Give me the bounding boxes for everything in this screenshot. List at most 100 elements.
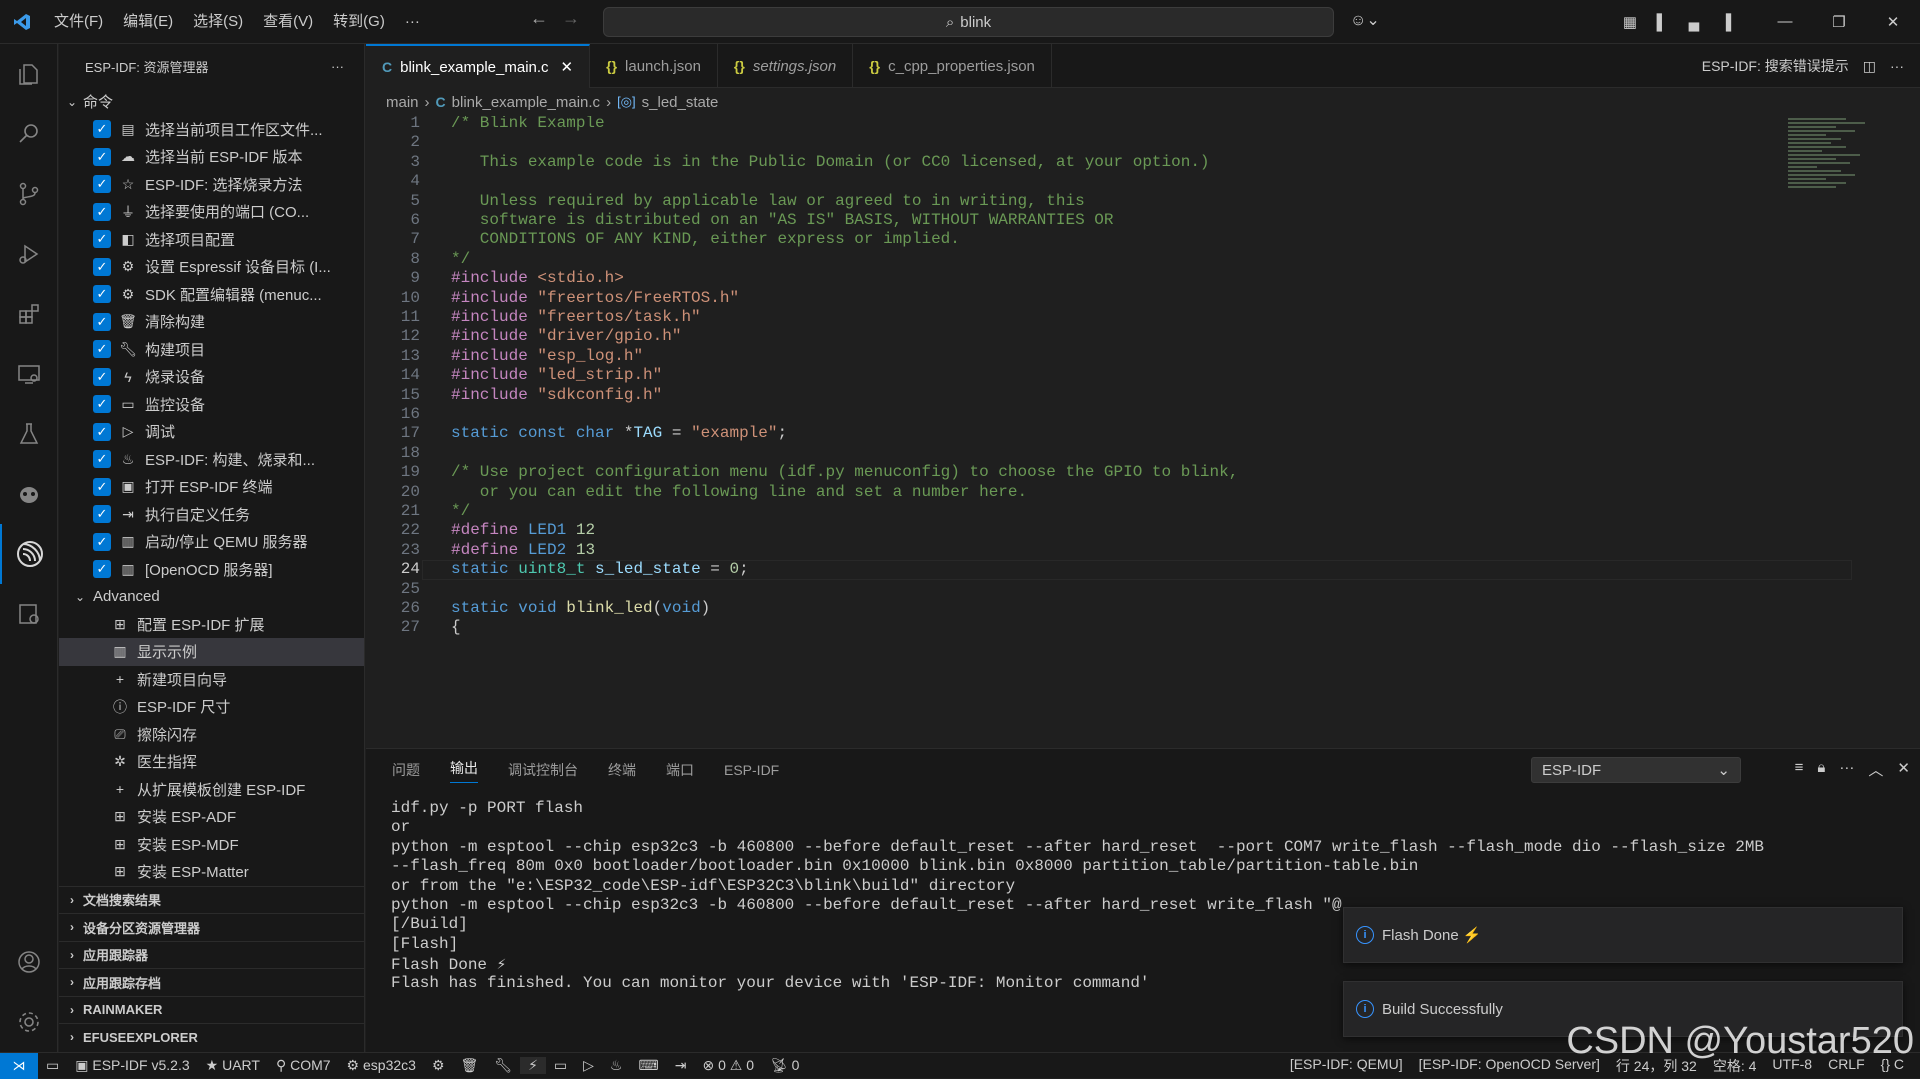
code-line[interactable]: This example code is in the Public Domai… (451, 153, 1210, 171)
command-item[interactable]: ✓ ☆ ESP-IDF: 选择烧录方法 (59, 171, 364, 199)
folder-icon[interactable]: ▭ (38, 1057, 67, 1074)
advanced-item[interactable]: ⎚ 擦除闪存 (59, 721, 364, 749)
checkbox-checked-icon[interactable]: ✓ (93, 560, 111, 579)
breadcrumb-file[interactable]: blink_example_main.c (452, 94, 600, 111)
clear-output-icon[interactable]: ≡ (1795, 759, 1804, 780)
back-arrow-icon[interactable]: ← (530, 8, 548, 29)
forward-arrow-icon[interactable]: → (562, 8, 580, 29)
code-line[interactable]: #define LED2 13 (451, 541, 595, 559)
panel-tab[interactable]: 输出 (450, 758, 478, 783)
editor-tab[interactable]: {} settings.json (718, 44, 854, 88)
wrench-icon[interactable]: 🔧︎ (486, 1057, 520, 1074)
terminal-icon[interactable]: ⌨ (630, 1057, 666, 1074)
checkbox-checked-icon[interactable]: ✓ (93, 175, 111, 194)
flash-icon[interactable]: ⚡︎ (520, 1057, 546, 1074)
command-item[interactable]: ✓ ⚙ 设置 Espressif 设备目标 (I... (59, 253, 364, 281)
checkbox-checked-icon[interactable]: ✓ (93, 367, 111, 386)
panel-tab[interactable]: 端口 (666, 760, 694, 780)
code-line[interactable]: */ (451, 502, 470, 520)
command-item[interactable]: ✓ ϟ 烧录设备 (59, 363, 364, 391)
lock-scroll-icon[interactable]: 🔒︎ (1817, 759, 1825, 780)
problems-item[interactable]: ⊗ 0 ⚠ 0 (694, 1057, 762, 1074)
more-actions-icon[interactable]: ··· (1890, 58, 1904, 74)
collapsed-section[interactable]: › 应用跟踪器 (59, 940, 364, 969)
checkbox-checked-icon[interactable]: ✓ (93, 202, 111, 221)
menu-item[interactable]: 选择(S) (183, 0, 253, 44)
command-item[interactable]: ✓ ☁ 选择当前 ESP-IDF 版本 (59, 143, 364, 171)
explorer-icon[interactable] (0, 44, 58, 104)
target-item[interactable]: ⚙ esp32c3 (339, 1057, 424, 1074)
code-line[interactable]: #include "sdkconfig.h" (451, 386, 662, 404)
advanced-item[interactable]: + 从扩展模板创建 ESP-IDF (59, 776, 364, 804)
debug-icon[interactable]: ▷ (575, 1057, 602, 1074)
esp-idf-search-error-hint[interactable]: ESP-IDF: 搜索错误提示 (1702, 56, 1849, 76)
restore-icon[interactable]: ❐ (1812, 13, 1866, 31)
command-item[interactable]: ✓ ▷ 调试 (59, 418, 364, 446)
source-control-icon[interactable] (0, 164, 58, 224)
run-task-icon[interactable]: ⇥ (667, 1057, 695, 1074)
checkbox-checked-icon[interactable]: ✓ (93, 147, 111, 166)
notification-flash-done[interactable]: i Flash Done ⚡ (1343, 907, 1903, 963)
command-item[interactable]: ✓ ⏚ 选择要使用的端口 (CO... (59, 198, 364, 226)
menu-item[interactable]: 查看(V) (253, 0, 323, 44)
editor-tab[interactable]: Cblink_example_main.c ✕ (366, 44, 591, 88)
advanced-group-header[interactable]: ⌄ Advanced (59, 583, 364, 611)
remote-explorer-icon[interactable] (0, 344, 58, 404)
code-line[interactable]: #include "led_strip.h" (451, 366, 662, 384)
testing-icon[interactable] (0, 404, 58, 464)
alien-icon[interactable] (0, 464, 58, 524)
close-panel-icon[interactable]: ✕ (1897, 759, 1910, 780)
collapsed-section[interactable]: › 文档搜索结果 (59, 885, 364, 914)
command-item[interactable]: ✓ ▤ 选择当前项目工作区文件... (59, 116, 364, 144)
port-item[interactable]: ⚲ COM7 (268, 1057, 339, 1074)
checkbox-checked-icon[interactable]: ✓ (93, 230, 111, 249)
collapsed-section[interactable]: › 应用跟踪存档 (59, 968, 364, 996)
menu-item[interactable]: 编辑(E) (113, 0, 183, 44)
collapsed-section[interactable]: › RAINMAKER (59, 995, 364, 1024)
command-item[interactable]: ✓ 🔧︎ 构建项目 (59, 336, 364, 364)
code-editor[interactable]: 1 /* Blink Example 2 3 This example code is… (366, 116, 1920, 744)
command-item[interactable]: ✓ ♨ ESP-IDF: 构建、烧录和... (59, 446, 364, 474)
advanced-item[interactable]: ⊞ 配置 ESP-IDF 扩展 (59, 611, 364, 639)
command-item[interactable]: ✓ ⚙ SDK 配置编辑器 (menuc... (59, 281, 364, 309)
split-editor-icon[interactable]: ◫ (1863, 58, 1876, 75)
advanced-item[interactable]: ▥ 显示示例 (59, 638, 364, 666)
qemu-item[interactable]: [ESP-IDF: QEMU] (1282, 1056, 1411, 1076)
code-line[interactable]: /* Blink Example (451, 116, 605, 132)
flash-method-item[interactable]: ★ UART (198, 1057, 268, 1074)
editor-tab[interactable]: {} c_cpp_properties.json (853, 44, 1052, 88)
extensions-icon[interactable] (0, 284, 58, 344)
code-line[interactable]: #include <stdio.h> (451, 269, 624, 287)
toggle-secondary-sidebar-icon[interactable]: ▐ (1710, 14, 1742, 31)
minimize-icon[interactable]: — (1758, 13, 1812, 31)
more-actions-icon[interactable]: ··· (331, 59, 344, 74)
toggle-panel-icon[interactable]: ▄ (1678, 14, 1710, 31)
advanced-item[interactable]: ✲ 医生指挥 (59, 748, 364, 776)
toggle-primary-sidebar-icon[interactable]: ▌ (1646, 14, 1678, 31)
maximize-panel-icon[interactable]: ︿ (1868, 759, 1883, 780)
checkbox-checked-icon[interactable]: ✓ (93, 312, 111, 331)
checkbox-checked-icon[interactable]: ✓ (93, 505, 111, 524)
checkbox-checked-icon[interactable]: ✓ (93, 285, 111, 304)
checkbox-checked-icon[interactable]: ✓ (93, 340, 111, 359)
checkbox-checked-icon[interactable]: ✓ (93, 422, 111, 441)
output-channel-select[interactable]: ESP-IDF ⌄ (1531, 757, 1741, 783)
code-line[interactable]: software is distributed on an "AS IS" BA… (451, 211, 1114, 229)
code-line[interactable]: */ (451, 250, 470, 268)
collapsed-section[interactable]: › EFUSEEXPLORER (59, 1023, 364, 1051)
manage-gear-icon[interactable] (0, 992, 58, 1052)
code-line[interactable]: #define LED1 12 (451, 521, 595, 539)
code-line[interactable]: Unless required by applicable law or agr… (451, 192, 1085, 210)
commands-group-header[interactable]: ⌄ 命令 (59, 88, 364, 116)
code-line[interactable]: static void blink_led(void) (451, 599, 710, 617)
close-window-icon[interactable]: ✕ (1866, 13, 1920, 31)
code-line[interactable]: static uint8_t s_led_state = 0; (451, 560, 749, 578)
remote-indicator-icon[interactable]: ⋊ (0, 1052, 38, 1079)
panel-tab[interactable]: ESP-IDF (724, 762, 779, 778)
command-item[interactable]: ✓ 🗑︎ 清除构建 (59, 308, 364, 336)
search-icon[interactable] (0, 104, 58, 164)
flame-icon[interactable]: ♨ (602, 1057, 631, 1074)
collapsed-section[interactable]: › 设备分区资源管理器 (59, 913, 364, 941)
code-line[interactable]: { (451, 618, 461, 636)
ports-item[interactable]: 📡︎ 0 (762, 1057, 807, 1074)
